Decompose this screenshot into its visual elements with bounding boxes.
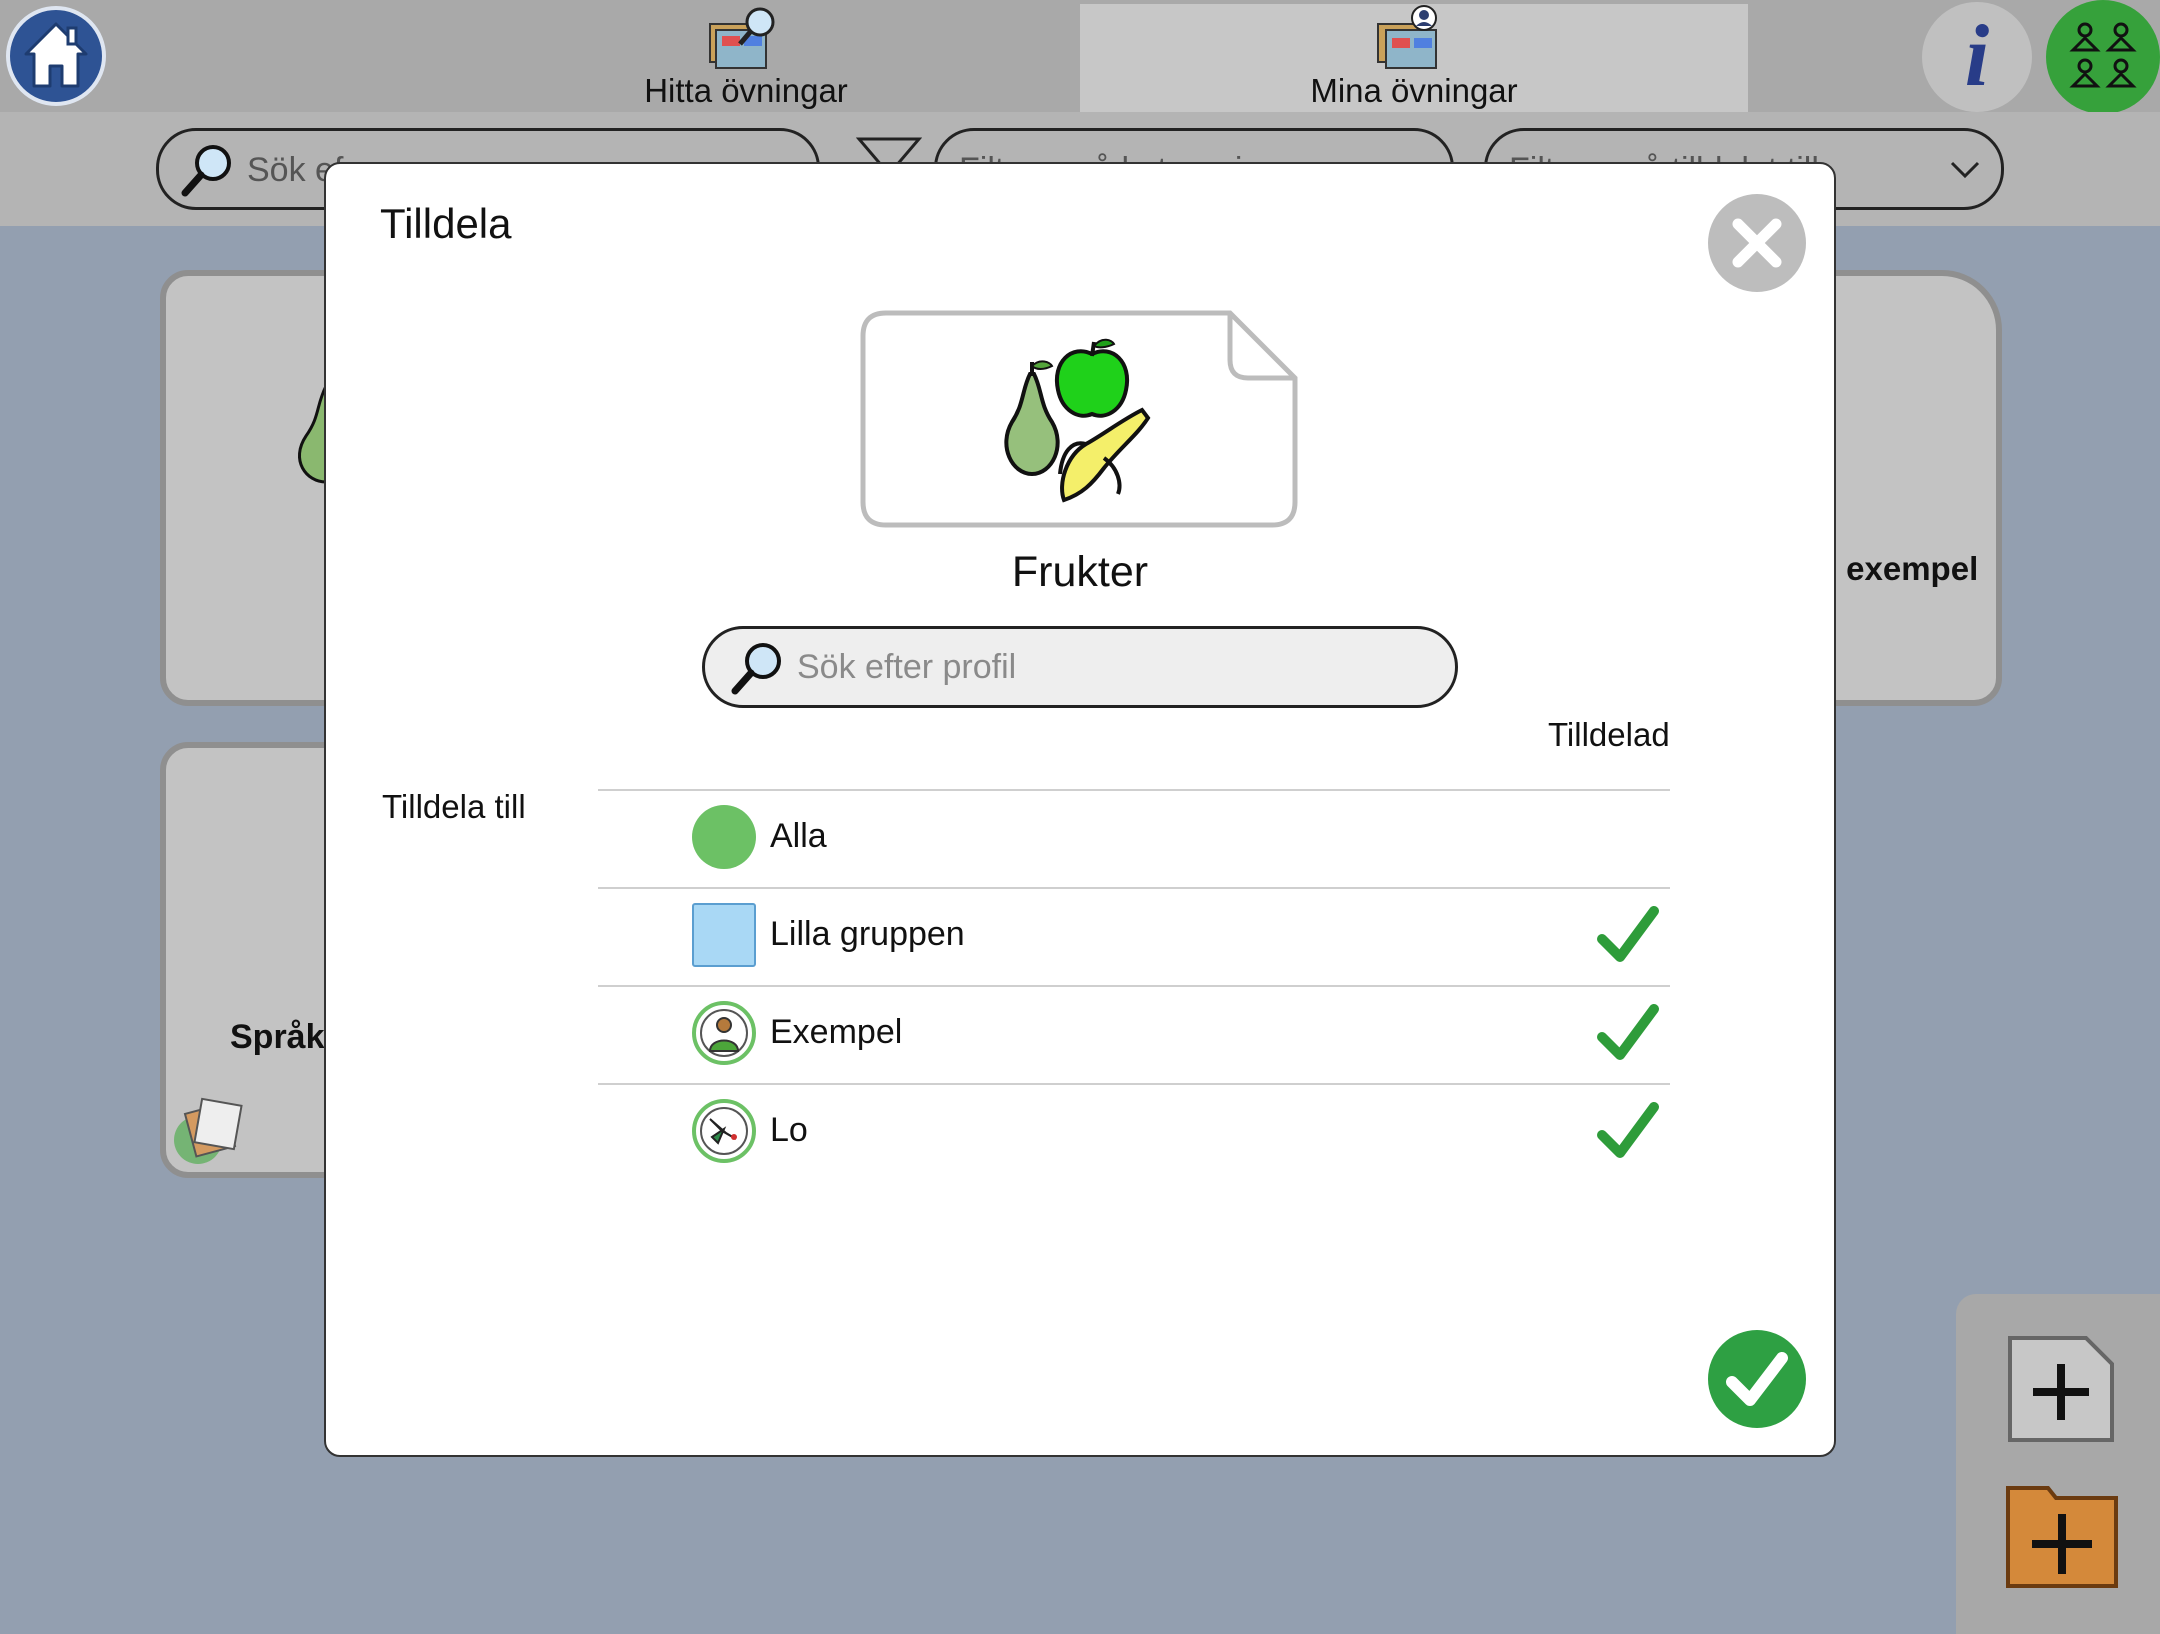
profile-name: Lilla gruppen xyxy=(770,915,965,953)
home-icon xyxy=(24,22,88,88)
profile-row-alla[interactable]: Alla xyxy=(598,791,1670,887)
checkmark-icon xyxy=(1597,1102,1659,1158)
chevron-down-icon xyxy=(1950,161,1980,179)
profile-name: Exempel xyxy=(770,1013,903,1051)
confirm-button[interactable] xyxy=(1708,1330,1806,1428)
profile-search-input[interactable] xyxy=(797,629,1417,705)
new-document-icon xyxy=(2008,1336,2114,1442)
close-icon xyxy=(1732,218,1782,268)
search-icon xyxy=(731,643,781,695)
new-folder-icon xyxy=(2006,1486,2118,1588)
exercise-set-icon xyxy=(174,1097,243,1164)
fruits-icon xyxy=(1004,338,1151,503)
profile-row-exempel[interactable]: Exempel xyxy=(598,987,1670,1083)
all-circle-icon xyxy=(692,805,756,869)
exercise-card-title: - exempel xyxy=(1826,550,1979,587)
groups-icon xyxy=(2069,22,2137,88)
profile-name: Alla xyxy=(770,817,827,855)
profile-row-lilla-gruppen[interactable]: Lilla gruppen xyxy=(598,889,1670,985)
groups-button[interactable] xyxy=(2046,0,2160,114)
exercise-name: Frukter xyxy=(1011,548,1149,596)
home-button[interactable] xyxy=(6,6,106,106)
exercise-card-title: Språk xyxy=(230,1018,325,1056)
tab-hitta-ovningar[interactable]: Hitta övningar xyxy=(496,0,996,112)
tab-label: Mina övningar xyxy=(1310,72,1518,109)
add-exercise-button[interactable] xyxy=(2006,1334,2116,1444)
tab-mina-ovningar-content[interactable]: Mina övningar xyxy=(1164,0,1664,112)
my-exercises-icon xyxy=(1377,5,1437,69)
profile-row-lo[interactable]: Lo xyxy=(598,1085,1670,1181)
checkmark-icon xyxy=(1597,1004,1659,1060)
person-avatar-icon xyxy=(692,1001,756,1065)
tab-label: Hitta övningar xyxy=(644,72,848,109)
assign-to-label: Tilldela till xyxy=(382,788,526,825)
hummingbird-avatar-icon xyxy=(692,1099,756,1163)
close-button[interactable] xyxy=(1708,194,1806,292)
checkmark-icon xyxy=(1726,1352,1788,1406)
dialog-title: Tilldela xyxy=(380,200,512,247)
info-icon: i xyxy=(1964,8,1990,105)
add-folder-button[interactable] xyxy=(2004,1474,2120,1590)
search-icon xyxy=(181,145,231,197)
assigned-column-header: Tilldelad xyxy=(1548,716,1670,753)
profile-name: Lo xyxy=(770,1111,808,1149)
profile-search-field[interactable] xyxy=(702,626,1458,708)
find-exercises-icon xyxy=(709,7,775,69)
group-square-icon xyxy=(692,903,756,967)
exercise-preview-card xyxy=(860,310,1298,528)
checkmark-icon xyxy=(1597,906,1659,962)
info-button[interactable]: i xyxy=(1922,2,2032,112)
